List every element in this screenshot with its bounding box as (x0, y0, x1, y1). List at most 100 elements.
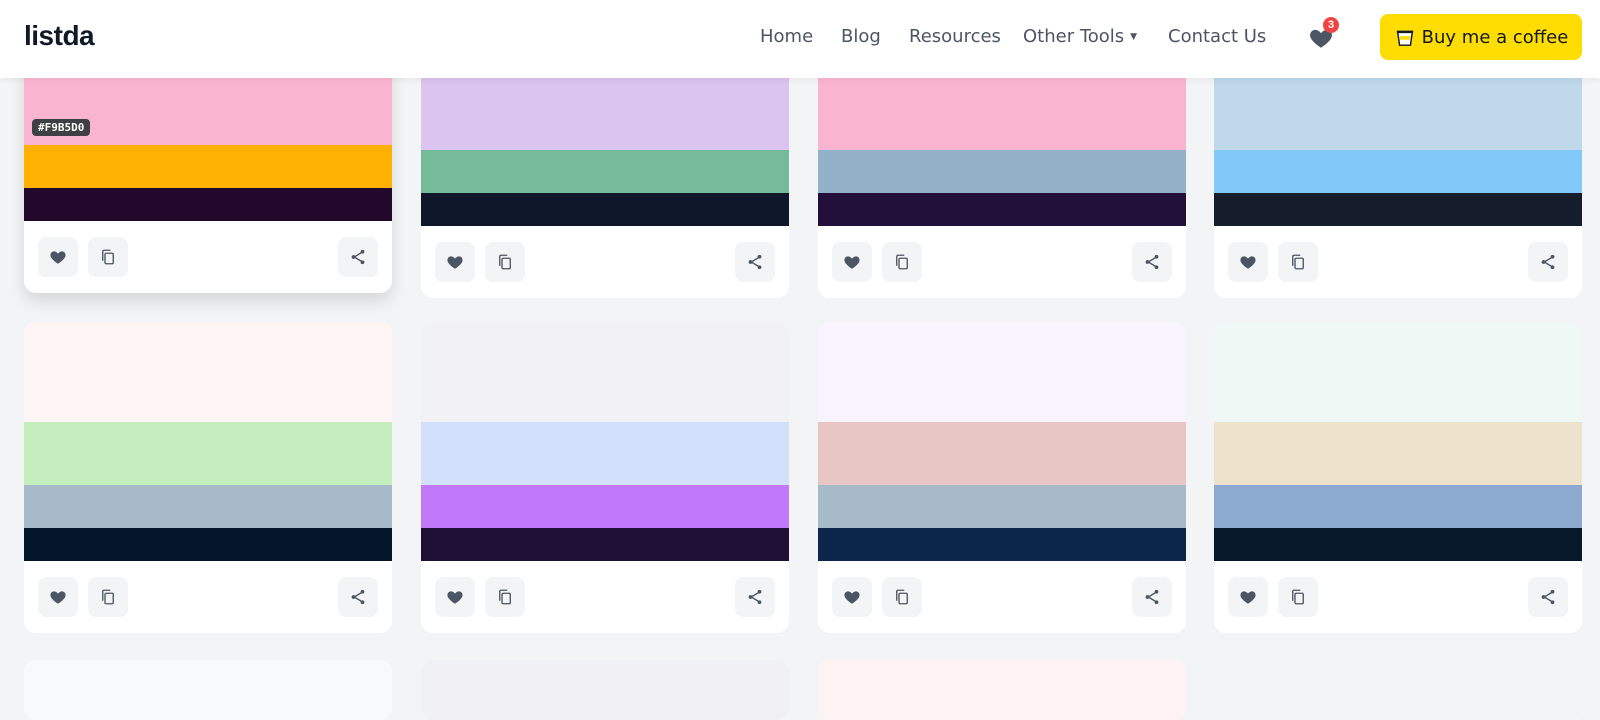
color-swatch[interactable] (24, 485, 392, 528)
copy-button[interactable] (88, 237, 128, 277)
color-swatch[interactable] (421, 150, 789, 193)
color-swatch[interactable] (818, 422, 1186, 485)
heart-icon (843, 253, 861, 271)
color-swatch[interactable] (421, 528, 789, 561)
copy-icon (99, 588, 117, 606)
color-swatch[interactable] (818, 660, 1186, 720)
share-button[interactable] (735, 242, 775, 282)
share-button[interactable] (735, 577, 775, 617)
share-icon (1143, 588, 1161, 606)
palette-card[interactable] (421, 60, 789, 298)
color-swatch[interactable] (1214, 422, 1582, 485)
color-swatch[interactable] (24, 145, 392, 188)
card-actions (818, 561, 1186, 633)
buy-me-a-coffee-button[interactable]: Buy me a coffee (1380, 14, 1582, 60)
palette-card[interactable] (24, 660, 392, 720)
copy-button[interactable] (88, 577, 128, 617)
palette-card[interactable] (24, 322, 392, 633)
heart-icon (446, 588, 464, 606)
palette-card[interactable] (1214, 660, 1582, 720)
color-swatch[interactable] (24, 322, 392, 422)
color-swatch[interactable] (1214, 150, 1582, 193)
nav-contact[interactable]: Contact Us (1168, 26, 1266, 47)
like-button[interactable] (435, 242, 475, 282)
palette-card[interactable] (421, 322, 789, 633)
color-swatch[interactable] (818, 322, 1186, 422)
like-button[interactable] (435, 577, 475, 617)
nav-blog[interactable]: Blog (841, 26, 881, 47)
heart-icon (49, 248, 67, 266)
heart-icon (49, 588, 67, 606)
color-swatch[interactable] (818, 193, 1186, 226)
share-button[interactable] (1528, 577, 1568, 617)
heart-icon (1239, 253, 1257, 271)
share-button[interactable] (1132, 242, 1172, 282)
share-icon (1539, 253, 1557, 271)
coffee-cup-icon (1396, 30, 1413, 46)
color-swatch[interactable] (818, 528, 1186, 561)
copy-button[interactable] (485, 242, 525, 282)
copy-icon (1289, 253, 1307, 271)
card-actions (1214, 561, 1582, 633)
like-button[interactable] (38, 237, 78, 277)
copy-button[interactable] (485, 577, 525, 617)
copy-icon (1289, 588, 1307, 606)
color-swatch[interactable] (421, 322, 789, 422)
copy-icon (496, 253, 514, 271)
like-button[interactable] (38, 577, 78, 617)
color-swatch[interactable] (421, 485, 789, 528)
favorites-badge: 3 (1323, 17, 1339, 33)
card-actions (818, 226, 1186, 298)
copy-icon (893, 253, 911, 271)
color-swatch[interactable] (818, 485, 1186, 528)
share-button[interactable] (338, 577, 378, 617)
copy-button[interactable] (1278, 242, 1318, 282)
share-icon (746, 253, 764, 271)
color-swatch[interactable] (1214, 322, 1582, 422)
palette-card[interactable] (1214, 322, 1582, 633)
color-swatch[interactable] (24, 660, 392, 720)
nav-home[interactable]: Home (760, 26, 813, 47)
share-icon (1143, 253, 1161, 271)
color-swatch[interactable] (421, 193, 789, 226)
color-swatch[interactable] (1214, 660, 1582, 720)
color-swatch[interactable] (1214, 528, 1582, 561)
card-actions (421, 226, 789, 298)
color-swatch[interactable] (24, 188, 392, 221)
like-button[interactable] (1228, 577, 1268, 617)
share-icon (349, 248, 367, 266)
copy-icon (99, 248, 117, 266)
heart-icon (843, 588, 861, 606)
nav-other-tools[interactable]: Other Tools ▼ (1023, 26, 1137, 47)
palette-card[interactable] (818, 660, 1186, 720)
color-swatch[interactable] (818, 150, 1186, 193)
palette-card[interactable] (1214, 60, 1582, 298)
palette-card[interactable] (818, 60, 1186, 298)
share-button[interactable] (338, 237, 378, 277)
palette-card[interactable]: #F9B5D0 (24, 55, 392, 293)
card-actions (24, 561, 392, 633)
nav-other-tools-label: Other Tools (1023, 26, 1125, 47)
site-header: listda Home Blog Resources Other Tools ▼ … (0, 0, 1600, 78)
color-swatch[interactable] (24, 528, 392, 561)
color-swatch[interactable] (421, 660, 789, 720)
share-button[interactable] (1528, 242, 1568, 282)
nav-resources[interactable]: Resources (909, 26, 1001, 47)
color-swatch[interactable] (24, 422, 392, 485)
palette-card[interactable] (818, 322, 1186, 633)
color-swatch[interactable] (421, 422, 789, 485)
copy-button[interactable] (882, 242, 922, 282)
like-button[interactable] (832, 242, 872, 282)
logo[interactable]: listda (24, 20, 95, 52)
share-icon (349, 588, 367, 606)
color-swatch[interactable] (1214, 193, 1582, 226)
like-button[interactable] (832, 577, 872, 617)
hex-code-tooltip: #F9B5D0 (32, 119, 91, 136)
caret-down-icon: ▼ (1130, 32, 1138, 42)
color-swatch[interactable] (1214, 485, 1582, 528)
palette-card[interactable] (421, 660, 789, 720)
copy-button[interactable] (882, 577, 922, 617)
copy-button[interactable] (1278, 577, 1318, 617)
like-button[interactable] (1228, 242, 1268, 282)
share-button[interactable] (1132, 577, 1172, 617)
